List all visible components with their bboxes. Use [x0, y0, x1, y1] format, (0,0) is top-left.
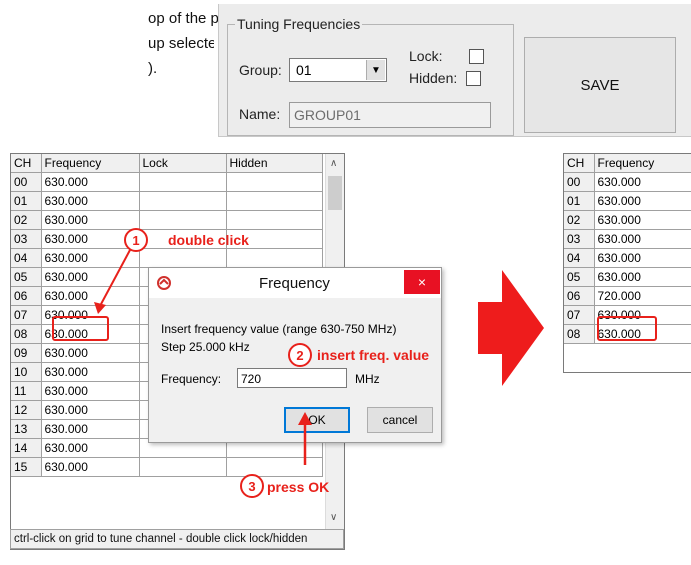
step1-label: double click	[168, 232, 249, 248]
step2-label: insert freq. value	[317, 347, 430, 363]
annotation-arrows	[94, 249, 312, 465]
step2-badge: 2	[288, 343, 312, 367]
step3-badge: 3	[240, 474, 264, 498]
step1-arrow	[99, 249, 131, 307]
step3-arrowhead	[298, 412, 312, 425]
step1-arrowhead	[94, 302, 106, 314]
step3-label: press OK	[267, 479, 330, 495]
step1-badge: 1	[124, 228, 148, 252]
